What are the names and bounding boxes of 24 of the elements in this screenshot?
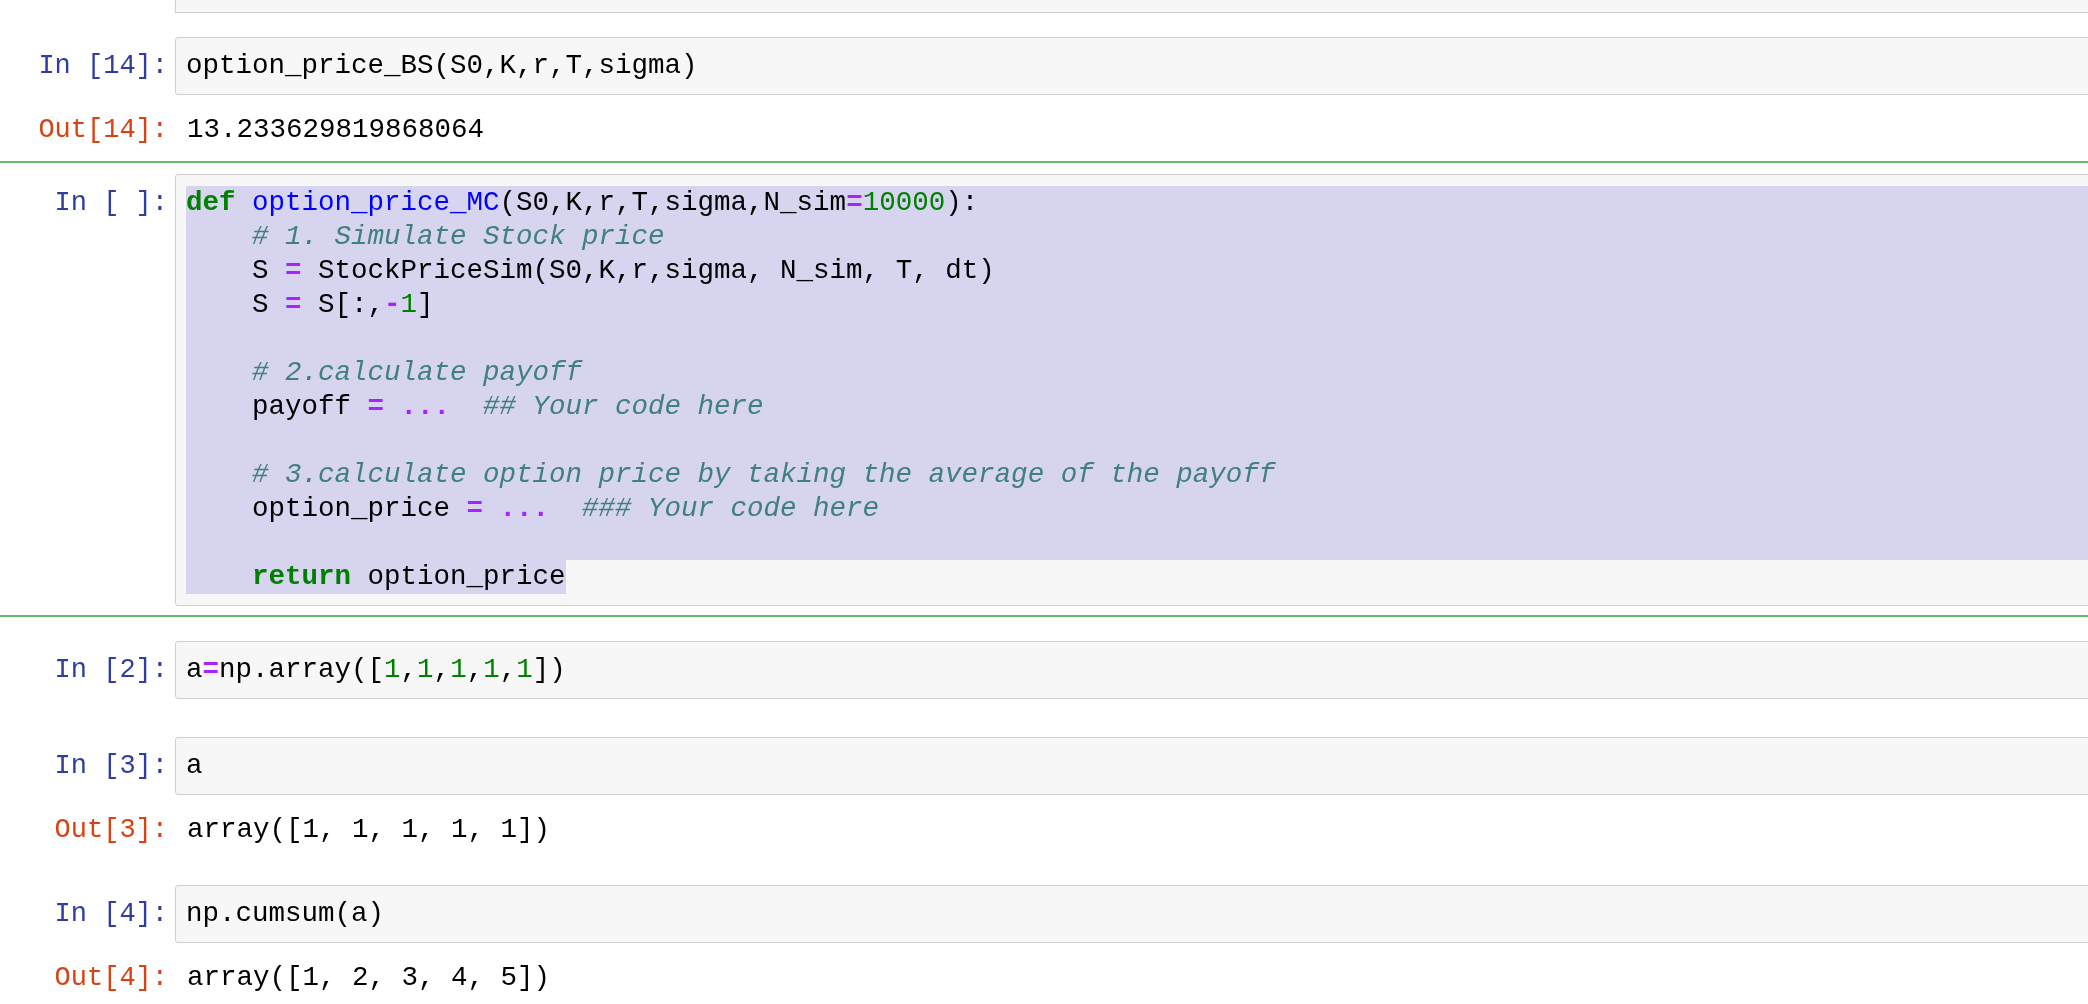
code-cell-input[interactable]: a=np.array([1,1,1,1,1]) xyxy=(175,641,2088,699)
input-prompt: In [14]: xyxy=(37,50,168,83)
notebook-cell[interactable]: In [14]: option_price_BS(S0,K,r,T,sigma) Out[14]: 13.233629819868064 xyxy=(0,13,2088,161)
output-prompt: Out[14]: xyxy=(37,114,168,147)
notebook-cell[interactable]: In [4]: np.cumsum(a) Out[4]: array([1, 2, 3, 4, 5]) xyxy=(0,861,2088,1004)
code-cell-input[interactable]: a xyxy=(175,737,2088,795)
code-line: a=np.array([1,1,1,1,1]) xyxy=(186,653,566,687)
input-prompt: In [ ]: xyxy=(53,187,168,220)
output-prompt: Out[3]: xyxy=(53,814,168,847)
code-cell-input[interactable]: option_price_BS(S0,K,r,T,sigma) xyxy=(175,37,2088,95)
notebook-cell[interactable]: In [2]: a=np.array([1,1,1,1,1]) xyxy=(0,617,2088,713)
output-prompt: Out[4]: xyxy=(53,962,168,995)
input-prompt: In [4]: xyxy=(53,898,168,931)
cell-output: 13.233629819868064 xyxy=(186,113,485,147)
input-prompt: In [3]: xyxy=(53,750,168,783)
cell-output: array([1, 1, 1, 1, 1]) xyxy=(186,813,551,847)
code-line: a xyxy=(186,749,203,783)
input-prompt: In [2]: xyxy=(53,654,168,687)
code-line: np.cumsum(a) xyxy=(186,897,385,931)
code-line: option_price_BS(S0,K,r,T,sigma) xyxy=(186,49,698,83)
code-cell-input[interactable] xyxy=(175,0,2088,13)
code-cell-input[interactable]: np.cumsum(a) xyxy=(175,885,2088,943)
notebook-cell[interactable]: In [3]: a Out[3]: array([1, 1, 1, 1, 1]) xyxy=(0,713,2088,861)
cell-output: array([1, 2, 3, 4, 5]) xyxy=(186,961,551,995)
